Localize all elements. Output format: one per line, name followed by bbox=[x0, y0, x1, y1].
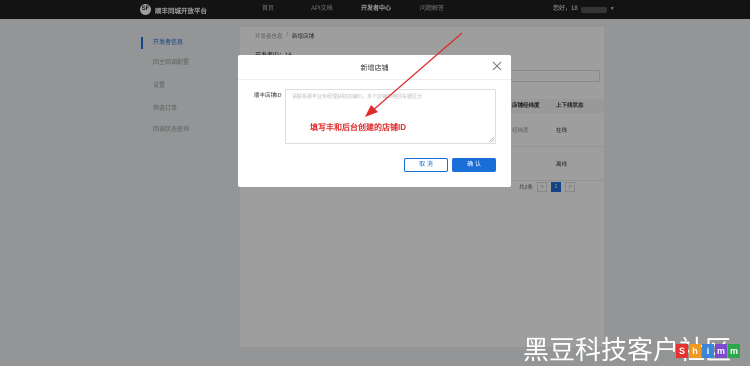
watermark-logo-letter: S bbox=[676, 344, 688, 358]
add-store-dialog: 新增店铺 顺丰店铺ID 请联系顺丰业务经理获取店铺ID，多个店铺ID用回车键区分… bbox=[238, 55, 511, 187]
dialog-header: 新增店铺 bbox=[238, 55, 511, 80]
watermark-logo-letter: m bbox=[728, 344, 740, 358]
watermark-logo-letter: h bbox=[689, 344, 701, 358]
resize-handle-icon[interactable] bbox=[489, 137, 494, 142]
confirm-button[interactable]: 确 认 bbox=[452, 158, 496, 172]
watermark-logo-letter: m bbox=[715, 344, 727, 358]
watermark-logo: S h i m m bbox=[675, 344, 740, 358]
store-id-textarea[interactable]: 请联系顺丰业务经理获取店铺ID，多个店铺ID用回车键区分 bbox=[285, 89, 496, 144]
close-icon[interactable] bbox=[491, 60, 503, 72]
dialog-title: 新增店铺 bbox=[360, 65, 389, 72]
annotation-text: 填写丰和后台创建的店铺ID bbox=[310, 123, 406, 132]
textarea-placeholder: 请联系顺丰业务经理获取店铺ID，多个店铺ID用回车键区分 bbox=[292, 94, 423, 100]
cancel-button[interactable]: 取 消 bbox=[404, 158, 448, 172]
store-id-label: 顺丰店铺ID bbox=[254, 93, 282, 99]
watermark-logo-letter: i bbox=[702, 344, 714, 358]
